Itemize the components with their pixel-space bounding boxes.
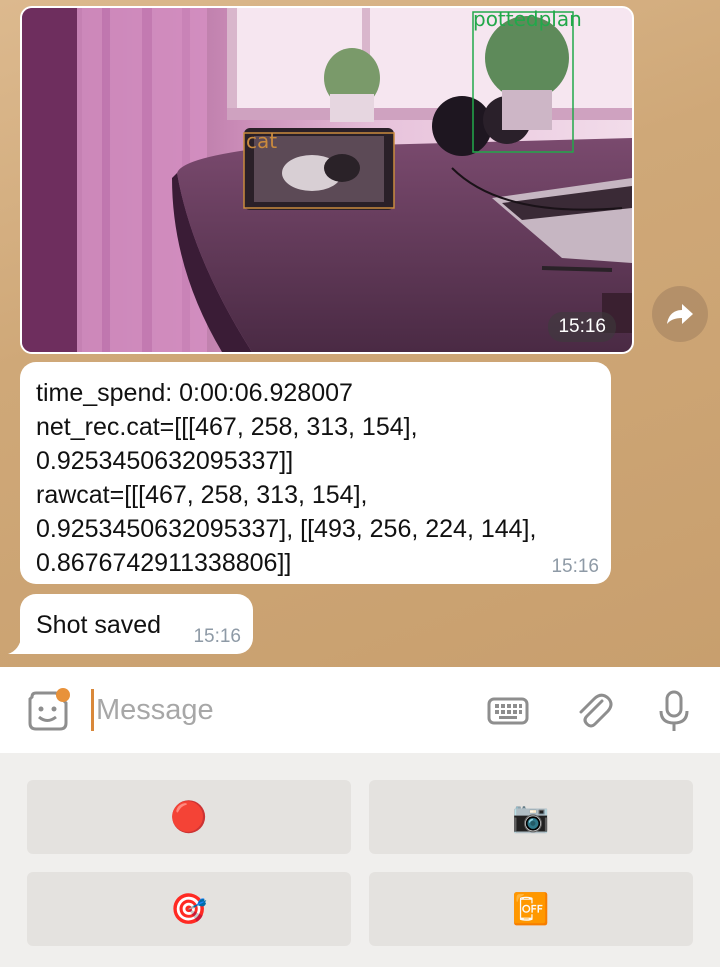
target-button[interactable]: 🎯 (27, 872, 351, 946)
message-line: time_spend: 0:00:06.928007 (36, 379, 353, 407)
off-icon: 📴 (512, 892, 550, 926)
message-timestamp: 15:16 (551, 556, 599, 577)
paperclip-icon[interactable] (572, 689, 616, 733)
photo-message[interactable]: pottedplan cat 15:16 (20, 6, 634, 354)
microphone-icon[interactable] (652, 689, 696, 733)
camera-button[interactable]: 📷 (369, 780, 693, 854)
share-arrow-icon (667, 304, 693, 324)
target-icon: 🎯 (170, 892, 208, 926)
detection-label-cat: cat (246, 129, 277, 153)
message-text: Shot saved (36, 611, 162, 639)
share-button[interactable] (652, 286, 708, 342)
off-button[interactable]: 📴 (369, 872, 693, 946)
red-circle-icon: 🔴 (170, 800, 208, 834)
camera-icon: 📷 (512, 800, 550, 834)
detection-info-message[interactable]: time_spend: 0:00:06.928007 net_rec.cat=[… (20, 362, 611, 584)
bot-keyboard: 🔴 📷 🎯 📴 (0, 753, 720, 967)
message-line: 0.9253450632095337], [[493, 256, 224, 14… (36, 515, 537, 543)
text-caret (91, 689, 94, 731)
chat-area: pottedplan cat 15:16 time_spend: 0:00:06… (0, 0, 720, 667)
message-input[interactable] (96, 685, 456, 735)
record-button[interactable]: 🔴 (27, 780, 351, 854)
photo-timestamp: 15:16 (548, 312, 616, 342)
detection-label-pottedplan: pottedplan (473, 8, 582, 31)
detection-photo[interactable]: pottedplan cat (22, 8, 632, 352)
message-line: 0.9253450632095337]] (36, 447, 294, 475)
message-line: 0.8676742911338806]] (36, 549, 292, 577)
message-timestamp: 15:16 (193, 626, 241, 647)
message-input-bar (0, 667, 720, 753)
message-line: rawcat=[[[467, 258, 313, 154], (36, 481, 368, 509)
message-line: net_rec.cat=[[[467, 258, 313, 154], (36, 413, 418, 441)
shot-saved-message[interactable]: Shot saved 15:16 (20, 594, 253, 654)
sticker-emoji-icon[interactable] (24, 687, 72, 735)
keyboard-icon[interactable] (486, 689, 530, 733)
